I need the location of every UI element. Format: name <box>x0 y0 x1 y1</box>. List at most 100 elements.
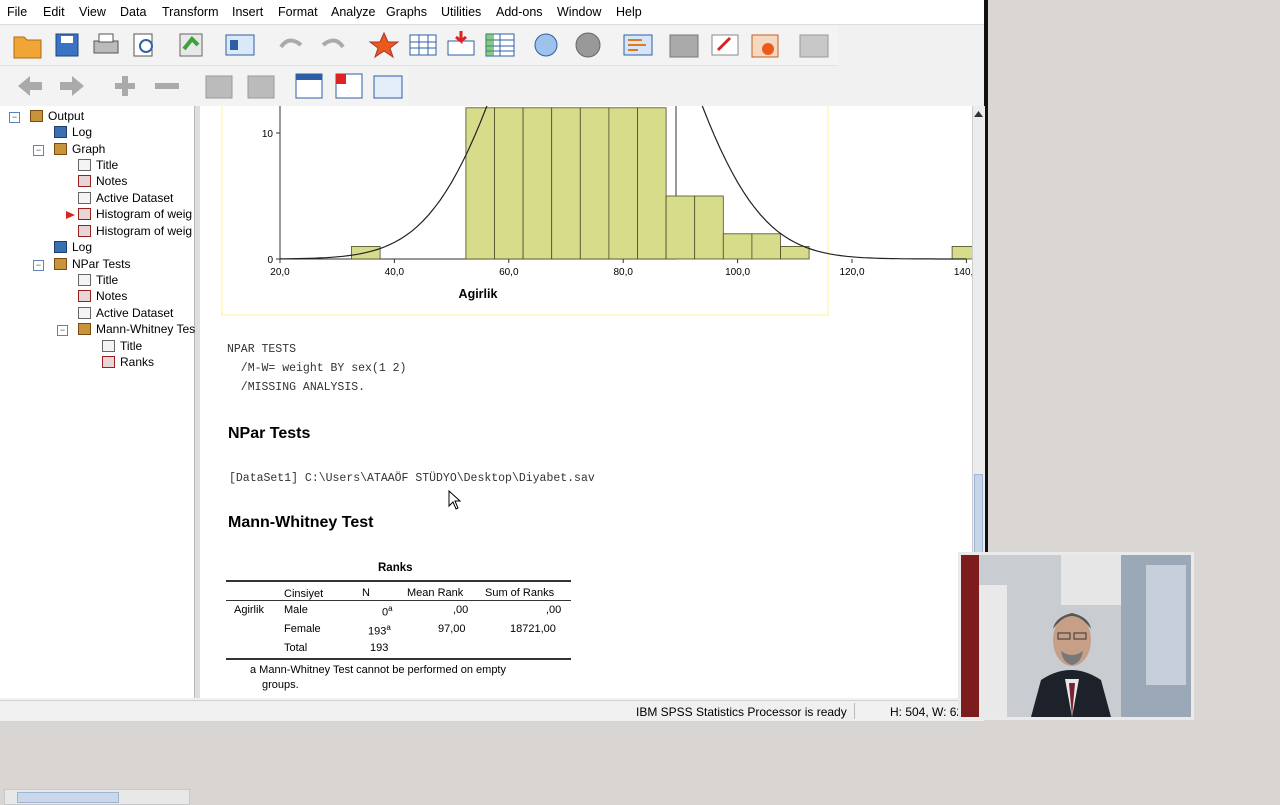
x-tick-label: 40,0 <box>385 267 405 278</box>
collapse-output-toggle[interactable]: − <box>9 112 20 123</box>
book-icon <box>54 258 67 270</box>
syntax-line-1: NPAR TESTS <box>227 343 297 356</box>
save-icon[interactable] <box>55 33 79 57</box>
expand-plus-icon[interactable] <box>115 76 135 96</box>
outline-horizontal-scrollbar[interactable] <box>4 789 190 805</box>
histogram-chart[interactable]: 20,0 40,0 60,0 80,0 100,0 120,0 140,0 0 10 Agirli… <box>200 106 972 321</box>
tree-item-active-dataset-2[interactable]: Active Dataset <box>78 306 173 322</box>
tree-item-ranks[interactable]: Ranks <box>102 355 154 371</box>
menu-window[interactable]: Window <box>557 5 601 19</box>
tree-item-label: Output <box>48 109 85 123</box>
tree-item-histogram-1[interactable]: Histogram of weig <box>78 207 192 223</box>
tree-item-mann-whitney[interactable]: Mann-Whitney Tes <box>78 322 195 338</box>
menu-addons[interactable]: Add-ons <box>496 5 543 19</box>
menu-data[interactable]: Data <box>120 5 146 19</box>
menu-help[interactable]: Help <box>616 5 642 19</box>
menu-format[interactable]: Format <box>278 5 318 19</box>
npar-tests-heading: NPar Tests <box>228 425 311 442</box>
histogram-bar <box>694 195 724 260</box>
book-icon <box>54 143 67 155</box>
tree-item-title-2[interactable]: Title <box>78 273 118 289</box>
group-total: Total <box>284 642 308 654</box>
male-n: 0a <box>382 604 393 619</box>
tree-item-title-3[interactable]: Title <box>102 339 142 355</box>
tree-item-notes-2[interactable]: Notes <box>78 289 127 305</box>
menu-view[interactable]: View <box>79 5 106 19</box>
male-mean-rank: ,00 <box>453 604 469 616</box>
dataset-icon <box>78 307 91 319</box>
variables-icon[interactable] <box>485 33 515 57</box>
print-preview-icon[interactable] <box>133 33 153 57</box>
ranks-table[interactable]: Ranks Cinsiyet N Mean Rank Sum of Ranks … <box>226 560 571 691</box>
scrollbar-thumb[interactable] <box>17 792 119 803</box>
designate-window-icon[interactable] <box>711 34 739 56</box>
tree-item-histogram-2[interactable]: Histogram of weig <box>78 224 192 240</box>
menu-transform[interactable]: Transform <box>162 5 219 19</box>
histogram-icon <box>78 225 91 237</box>
tree-item-label: Active Dataset <box>96 191 174 205</box>
promote-arrow-icon[interactable] <box>18 76 42 96</box>
collapse-graph-toggle[interactable]: − <box>33 145 44 156</box>
tree-item-label: Title <box>96 158 119 172</box>
menu-edit[interactable]: Edit <box>43 5 65 19</box>
menu-graphs[interactable]: Graphs <box>386 5 427 19</box>
tree-item-label: Log <box>72 240 93 254</box>
tree-item-title[interactable]: Title <box>78 158 118 174</box>
histogram-bar <box>551 107 581 260</box>
histogram-icon <box>78 208 91 220</box>
collapse-npar-toggle[interactable]: − <box>33 260 44 271</box>
total-n: 193 <box>370 642 389 654</box>
open-folder-icon[interactable] <box>13 36 42 59</box>
tree-item-notes[interactable]: Notes <box>78 174 127 190</box>
log-icon <box>54 126 67 138</box>
x-tick-label: 20,0 <box>270 267 290 278</box>
goto-case-icon[interactable] <box>409 34 437 56</box>
value-labels-icon[interactable] <box>623 34 653 56</box>
output-content-pane: 20,0 40,0 60,0 80,0 100,0 120,0 140,0 0 10 Agirli… <box>200 106 972 698</box>
x-tick-label: 100,0 <box>725 267 750 278</box>
use-sets-icon[interactable] <box>669 34 699 58</box>
dataset-path: [DataSet1] C:\Users\ATAAÖF STÜDYO\Deskto… <box>229 472 595 485</box>
redo-icon[interactable] <box>321 38 345 49</box>
menu-utilities[interactable]: Utilities <box>441 5 481 19</box>
recall-dialog-icon[interactable] <box>225 34 255 56</box>
show-icon[interactable] <box>205 75 233 99</box>
female-sum-of-ranks: 18721,00 <box>510 623 556 635</box>
hide-icon[interactable] <box>247 75 275 99</box>
tree-item-output[interactable]: Output <box>30 109 84 125</box>
footnote-line-1: a Mann-Whitney Test cannot be performed … <box>250 664 506 676</box>
insert-title-icon[interactable] <box>335 73 363 99</box>
histogram-bar <box>780 245 810 260</box>
tree-item-label: Graph <box>72 142 106 156</box>
undo-icon[interactable] <box>279 38 303 49</box>
scripting-icon[interactable] <box>751 34 779 58</box>
female-mean-rank: 97,00 <box>438 623 466 635</box>
tree-item-log[interactable]: Log <box>54 125 92 141</box>
insert-text-icon[interactable] <box>373 75 403 99</box>
tree-item-active-dataset[interactable]: Active Dataset <box>78 191 173 207</box>
menu-analyze[interactable]: Analyze <box>331 5 375 19</box>
processor-status: IBM SPSS Statistics Processor is ready <box>636 705 847 719</box>
insert-variable-icon[interactable] <box>447 31 475 56</box>
tree-item-graph[interactable]: Graph <box>54 142 105 158</box>
insert-heading-icon[interactable] <box>295 73 323 99</box>
tree-item-log-2[interactable]: Log <box>54 240 92 256</box>
tree-item-label: NPar Tests <box>72 257 131 271</box>
y-tick-label: 10 <box>262 129 274 140</box>
x-tick-label: 140,0 <box>954 267 972 278</box>
x-axis-label: Agirlik <box>459 287 498 301</box>
select-cases-icon[interactable] <box>534 33 558 57</box>
scroll-up-arrow-icon[interactable] <box>973 109 984 119</box>
tree-item-npar-tests[interactable]: NPar Tests <box>54 257 130 273</box>
print-icon[interactable] <box>93 33 119 54</box>
export-icon[interactable] <box>179 33 203 57</box>
header-sum-of-ranks: Sum of Ranks <box>485 587 555 599</box>
collapse-mw-toggle[interactable]: − <box>57 325 68 336</box>
menu-insert[interactable]: Insert <box>232 5 263 19</box>
x-tick-label: 80,0 <box>613 267 633 278</box>
weight-cases-icon[interactable] <box>575 32 601 58</box>
goto-data-icon[interactable] <box>368 31 400 59</box>
tree-item-label: Ranks <box>120 355 155 369</box>
menu-file[interactable]: File <box>7 5 27 19</box>
demote-arrow-icon[interactable] <box>60 76 84 96</box>
